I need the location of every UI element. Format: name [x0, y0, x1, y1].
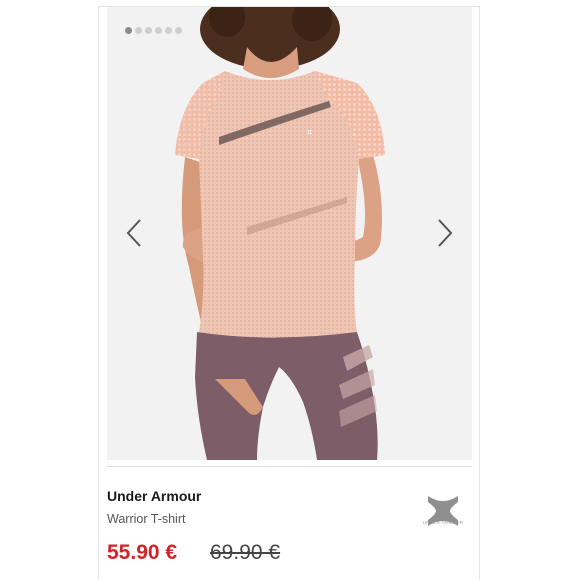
brand-name[interactable]: Under Armour — [107, 488, 201, 504]
gallery-pagination — [125, 27, 182, 34]
gallery-prev-button[interactable] — [121, 215, 147, 251]
gallery-dot[interactable] — [125, 27, 132, 34]
product-image-gallery[interactable]: ⌗ — [107, 7, 472, 460]
gallery-dot[interactable] — [165, 27, 172, 34]
gallery-dot[interactable] — [145, 27, 152, 34]
gallery-next-button[interactable] — [432, 215, 458, 251]
current-price: 55.90 € — [107, 541, 178, 564]
gallery-dot[interactable] — [175, 27, 182, 34]
gallery-dot[interactable] — [135, 27, 142, 34]
section-divider — [107, 466, 472, 467]
svg-text:⌗: ⌗ — [307, 128, 312, 138]
original-price: 69.90 € — [210, 541, 281, 564]
chevron-right-icon — [438, 219, 453, 247]
product-name[interactable]: Warrior T-shirt — [107, 512, 185, 526]
chevron-left-icon — [126, 219, 141, 247]
gallery-dot[interactable] — [155, 27, 162, 34]
brand-logo-caption: UNDER ARMOUR — [422, 520, 464, 525]
product-photo: ⌗ — [175, 7, 385, 460]
